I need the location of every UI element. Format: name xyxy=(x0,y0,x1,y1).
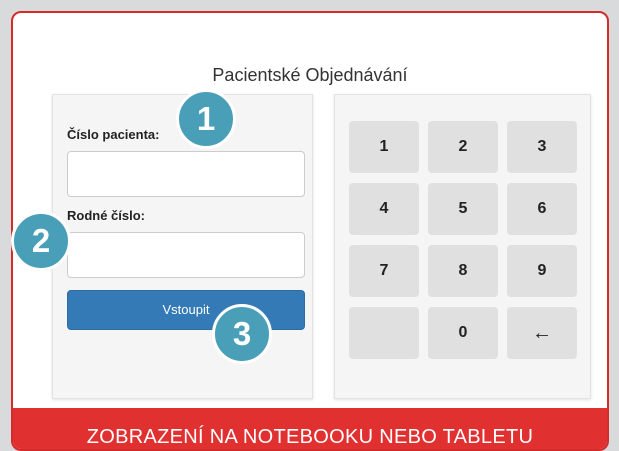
page-title: Pacientské Objednávání xyxy=(212,65,408,85)
callout-badge-3: 3 xyxy=(212,304,272,364)
birth-number-label: Rodné číslo: xyxy=(67,208,146,223)
login-panel: Číslo pacienta: Rodné číslo: Vstoupit xyxy=(52,94,313,399)
callout-badge-1: 1 xyxy=(176,89,236,149)
callout-badge-2: 2 xyxy=(11,211,71,271)
keypad-key-3[interactable]: 3 xyxy=(507,121,577,173)
keypad-key-4[interactable]: 4 xyxy=(349,183,419,235)
patient-number-input[interactable] xyxy=(67,151,305,197)
keypad-key-6[interactable]: 6 xyxy=(507,183,577,235)
arrow-left-icon: ← xyxy=(532,322,552,344)
keypad-key-8[interactable]: 8 xyxy=(428,245,498,297)
keypad-key-2[interactable]: 2 xyxy=(428,121,498,173)
keypad-key-5[interactable]: 5 xyxy=(428,183,498,235)
patient-number-label: Číslo pacienta: xyxy=(67,127,160,142)
birth-number-input[interactable] xyxy=(67,232,305,278)
keypad-panel: 1 2 3 4 5 6 7 8 9 0 ← xyxy=(334,94,591,399)
keypad-key-9[interactable]: 9 xyxy=(507,245,577,297)
keypad-key-7[interactable]: 7 xyxy=(349,245,419,297)
device-banner: ZOBRAZENÍ NA NOTEBOOKU NEBO TABLETU xyxy=(13,408,607,449)
keypad-key-blank[interactable] xyxy=(349,307,419,359)
keypad-key-1[interactable]: 1 xyxy=(349,121,419,173)
app-card: Pacientské Objednávání Číslo pacienta: R… xyxy=(11,11,609,451)
keypad-key-0[interactable]: 0 xyxy=(428,307,498,359)
backspace-key[interactable]: ← xyxy=(507,307,577,359)
